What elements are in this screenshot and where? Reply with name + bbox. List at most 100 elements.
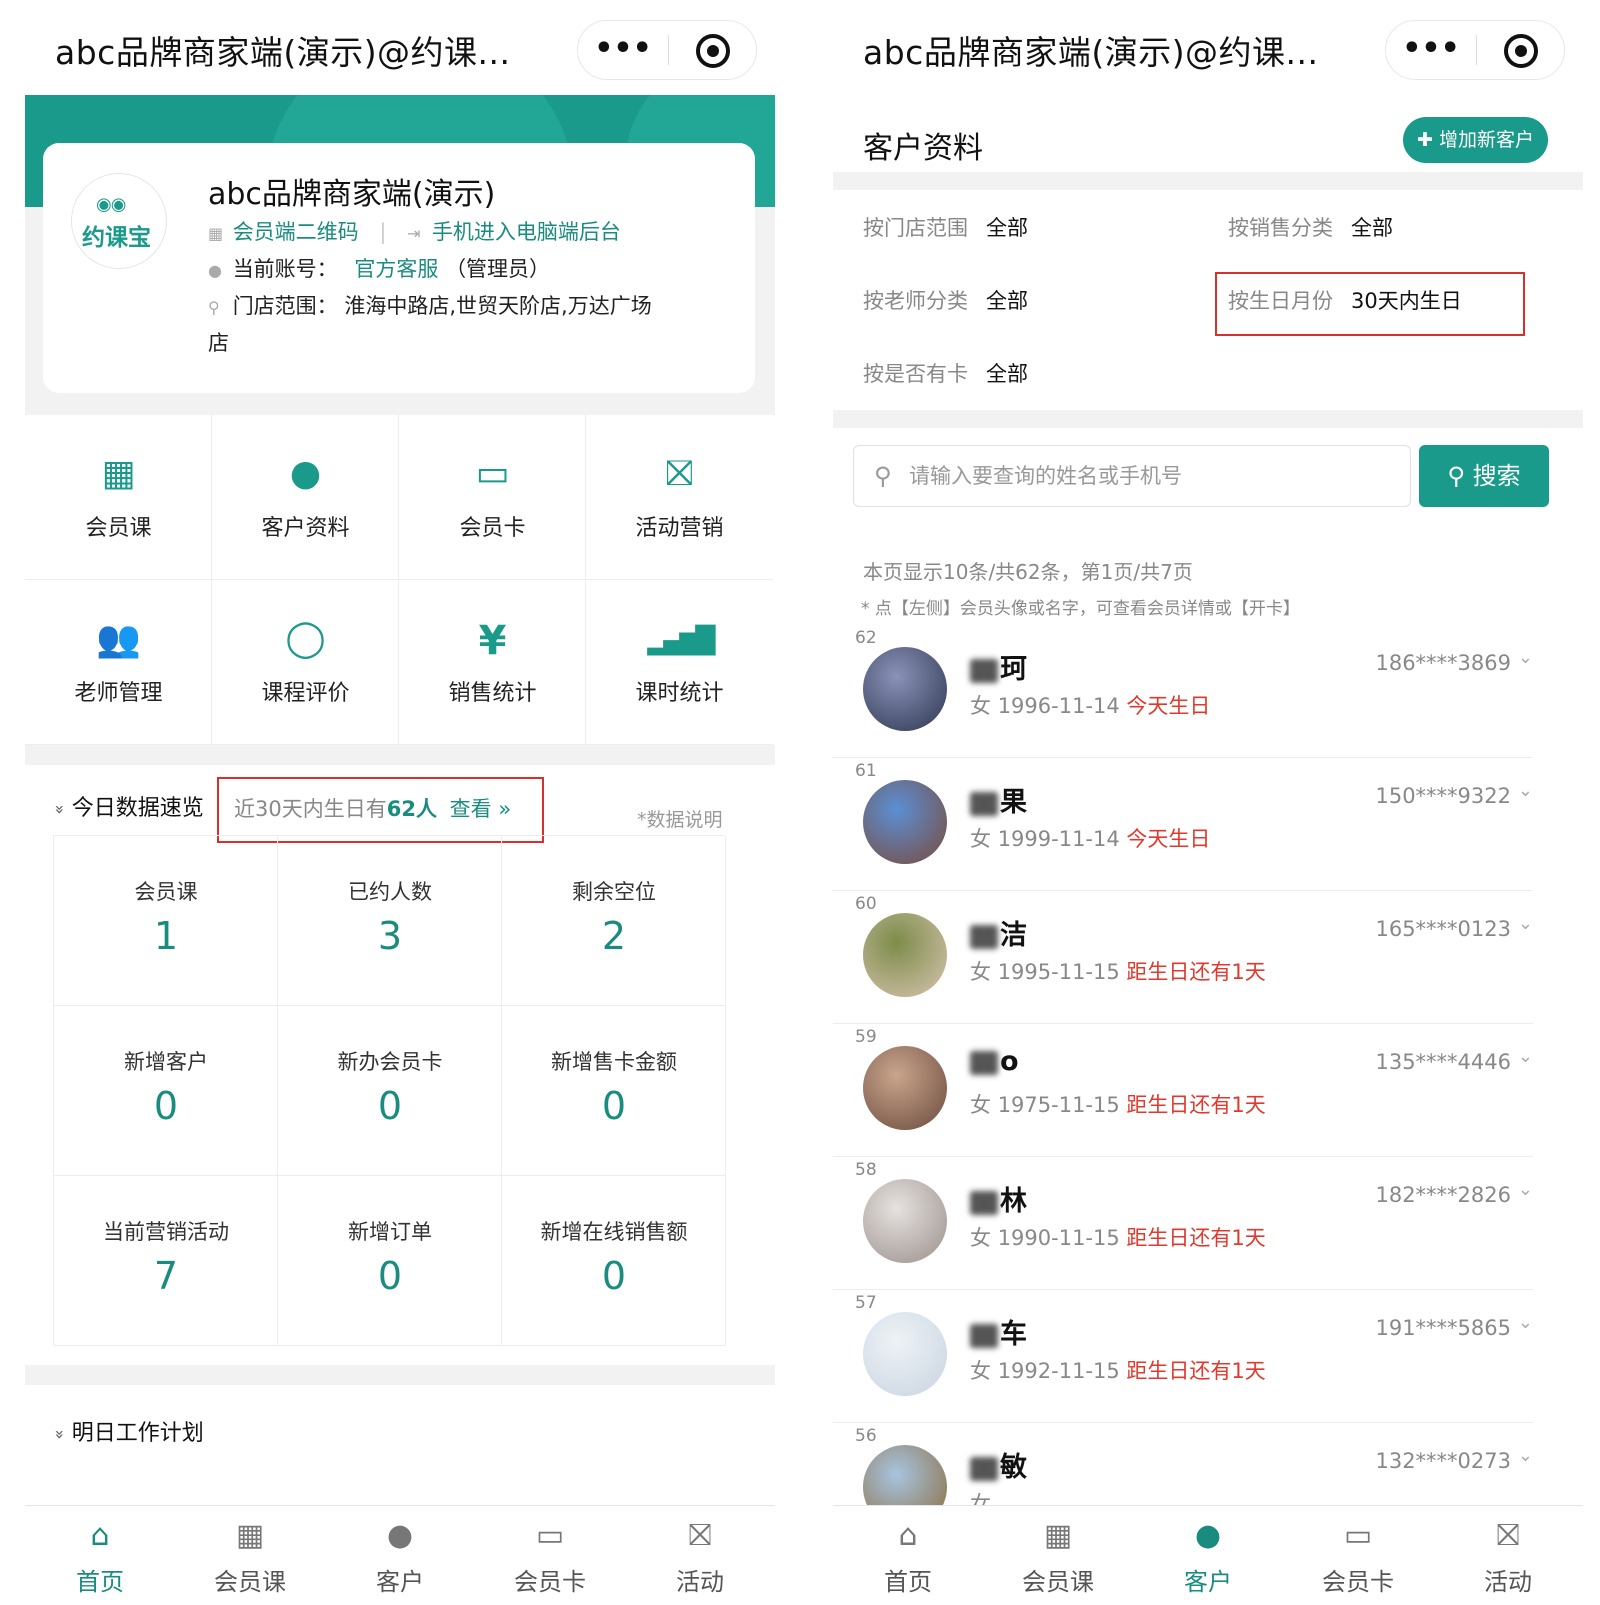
menu-class-hours[interactable]: ▂▄▆█ 课时统计 <box>586 580 773 745</box>
customer-row[interactable]: 59 o 女 1975-11-15 距生日还有1天 135****4446 ⌄ <box>833 1024 1533 1157</box>
stat-cell[interactable]: 会员课 1 <box>54 836 278 1006</box>
stat-value: 0 <box>601 1084 627 1128</box>
avatar[interactable] <box>863 647 947 731</box>
customer-detail: 女 <box>970 1488 991 1505</box>
stat-value: 0 <box>377 1254 403 1298</box>
search-button[interactable]: ⚲ 搜索 <box>1419 445 1549 507</box>
menu-sales-stats[interactable]: ¥ 销售统计 <box>399 580 586 745</box>
customer-name[interactable]: 珂 <box>970 647 1027 686</box>
account-name[interactable]: 官方客服 <box>354 257 438 281</box>
plan-heading[interactable]: » 明日工作计划 <box>50 1415 203 1447</box>
avatar[interactable] <box>863 1312 947 1396</box>
avatar[interactable] <box>863 1445 947 1505</box>
tab-customers[interactable]: ● 客户 <box>325 1506 475 1605</box>
stat-cell[interactable]: 新增在线销售额 0 <box>502 1176 726 1346</box>
stat-label: 当前营销活动 <box>103 1220 229 1244</box>
avatar[interactable] <box>863 913 947 997</box>
filter-key: 按是否有卡 <box>863 362 968 386</box>
more-icon[interactable]: ••• <box>1386 21 1476 79</box>
filter-sales[interactable]: 按销售分类 全部 <box>1228 212 1393 242</box>
customer-detail: 女 1975-11-15 距生日还有1天 <box>970 1089 1266 1119</box>
list-hint: * 点【左侧】会员头像或名字，可查看会员详情或【开卡】 <box>861 599 1300 619</box>
menu-member-class[interactable]: ▦ 会员课 <box>25 415 212 580</box>
chevron-down-icon[interactable]: ⌄ <box>1518 1046 1533 1067</box>
close-target-icon[interactable] <box>696 34 730 68</box>
blurred-name-mask <box>970 1050 998 1075</box>
view-birthdays-link[interactable]: 查看 » <box>450 797 512 821</box>
stat-cell[interactable]: 已约人数 3 <box>278 836 502 1006</box>
tab-label: 客户 <box>1184 1568 1232 1596</box>
card-icon: ▭ <box>535 1518 565 1553</box>
customer-row[interactable]: 60 洁女 1995-11-15 距生日还有1天 165****0123 ⌄ <box>833 891 1533 1024</box>
search-input[interactable]: ⚲ 请输入要查询的姓名或手机号 <box>853 445 1411 507</box>
tab-home[interactable]: ⌂ 首页 <box>25 1506 175 1605</box>
stat-value: 0 <box>601 1254 627 1298</box>
menu-marketing[interactable]: ⛝ 活动营销 <box>586 415 773 580</box>
tab-member-card[interactable]: ▭ 会员卡 <box>1283 1506 1433 1605</box>
blurred-name-mask <box>970 658 998 683</box>
customer-name[interactable]: o <box>970 1046 1019 1077</box>
customer-row[interactable]: 62 珂女 1996-11-14 今天生日 186****3869 ⌄ <box>833 625 1533 758</box>
today-heading[interactable]: » 今日数据速览 <box>50 790 203 822</box>
customer-name[interactable]: 林 <box>970 1179 1027 1218</box>
stat-cell[interactable]: 当前营销活动 7 <box>54 1176 278 1346</box>
tab-member-class[interactable]: ▦ 会员课 <box>983 1506 1133 1605</box>
chevron-down-icon[interactable]: ⌄ <box>1518 780 1533 801</box>
filter-store[interactable]: 按门店范围 全部 <box>863 212 1028 242</box>
customer-gender: 女 <box>970 1226 991 1250</box>
customer-row[interactable]: 56 敏女 132****0273 ⌄ <box>833 1423 1533 1505</box>
tab-member-card[interactable]: ▭ 会员卡 <box>475 1506 625 1605</box>
customer-row[interactable]: 61 果女 1999-11-14 今天生日 150****9322 ⌄ <box>833 758 1533 891</box>
close-target-icon[interactable] <box>1504 34 1538 68</box>
customer-name[interactable]: 车 <box>970 1312 1027 1351</box>
qr-code-link[interactable]: 会员端二维码 <box>233 220 359 244</box>
filter-has-card[interactable]: 按是否有卡 全部 <box>863 358 1028 388</box>
menu-label: 活动营销 <box>635 516 724 541</box>
row-index: 59 <box>855 1027 877 1047</box>
tab-bar: ⌂ 首页 ▦ 会员课 ● 客户 ▭ 会员卡 ⛝ 活动 <box>25 1505 775 1605</box>
avatar[interactable] <box>863 1046 947 1130</box>
stat-cell[interactable]: 新增订单 0 <box>278 1176 502 1346</box>
chevron-down-icon[interactable]: ⌄ <box>1518 1179 1533 1200</box>
menu-teachers[interactable]: 👥 老师管理 <box>25 580 212 745</box>
stat-cell[interactable]: 新增售卡金额 0 <box>502 1006 726 1176</box>
avatar[interactable] <box>863 1179 947 1263</box>
tab-member-class[interactable]: ▦ 会员课 <box>175 1506 325 1605</box>
calendar-grid-icon: ▦ <box>101 453 136 494</box>
menu-member-card[interactable]: ▭ 会员卡 <box>399 415 586 580</box>
stat-label: 新增在线销售额 <box>540 1220 688 1244</box>
data-note-link[interactable]: *数据说明 <box>637 805 723 832</box>
customer-name[interactable]: 果 <box>970 780 1027 819</box>
chevron-down-icon[interactable]: ⌄ <box>1518 647 1533 668</box>
search-icon: ⚲ <box>874 462 892 490</box>
tab-customers[interactable]: ● 客户 <box>1133 1506 1283 1605</box>
customer-gender: 女 <box>970 1492 991 1505</box>
menu-customer-info[interactable]: ● 客户资料 <box>212 415 399 580</box>
more-icon[interactable]: ••• <box>578 21 668 79</box>
add-customer-button[interactable]: ✚ 增加新客户 <box>1403 117 1548 163</box>
chevron-down-icon[interactable]: ⌄ <box>1518 1445 1533 1466</box>
stat-label: 新增客户 <box>124 1050 208 1074</box>
customer-row[interactable]: 57 车女 1992-11-15 距生日还有1天 191****5865 ⌄ <box>833 1290 1533 1423</box>
chevron-down-icon[interactable]: ⌄ <box>1518 913 1533 934</box>
stat-cell[interactable]: 新增客户 0 <box>54 1006 278 1176</box>
pc-backend-link[interactable]: 手机进入电脑端后台 <box>432 220 621 244</box>
customer-gender: 女 <box>970 827 991 851</box>
customer-name[interactable]: 敏 <box>970 1445 1027 1484</box>
customer-row[interactable]: 58 林女 1990-11-15 距生日还有1天 182****2826 ⌄ <box>833 1157 1533 1290</box>
yen-icon: ¥ <box>478 618 507 664</box>
filter-teacher[interactable]: 按老师分类 全部 <box>863 285 1028 315</box>
menu-label: 会员卡 <box>459 516 526 541</box>
tab-activities[interactable]: ⛝ 活动 <box>1433 1506 1583 1605</box>
tab-activities[interactable]: ⛝ 活动 <box>625 1506 775 1605</box>
menu-course-review[interactable]: ◯ 课程评价 <box>212 580 399 745</box>
customer-birthday: 1990-11-15 <box>997 1226 1120 1250</box>
customer-name[interactable]: 洁 <box>970 913 1027 952</box>
stat-cell[interactable]: 剩余空位 2 <box>502 836 726 1006</box>
stat-cell[interactable]: 新办会员卡 0 <box>278 1006 502 1176</box>
avatar[interactable] <box>863 780 947 864</box>
customer-gender: 女 <box>970 960 991 984</box>
section-divider <box>833 172 1583 190</box>
tab-home[interactable]: ⌂ 首页 <box>833 1506 983 1605</box>
chevron-down-icon[interactable]: ⌄ <box>1518 1312 1533 1333</box>
